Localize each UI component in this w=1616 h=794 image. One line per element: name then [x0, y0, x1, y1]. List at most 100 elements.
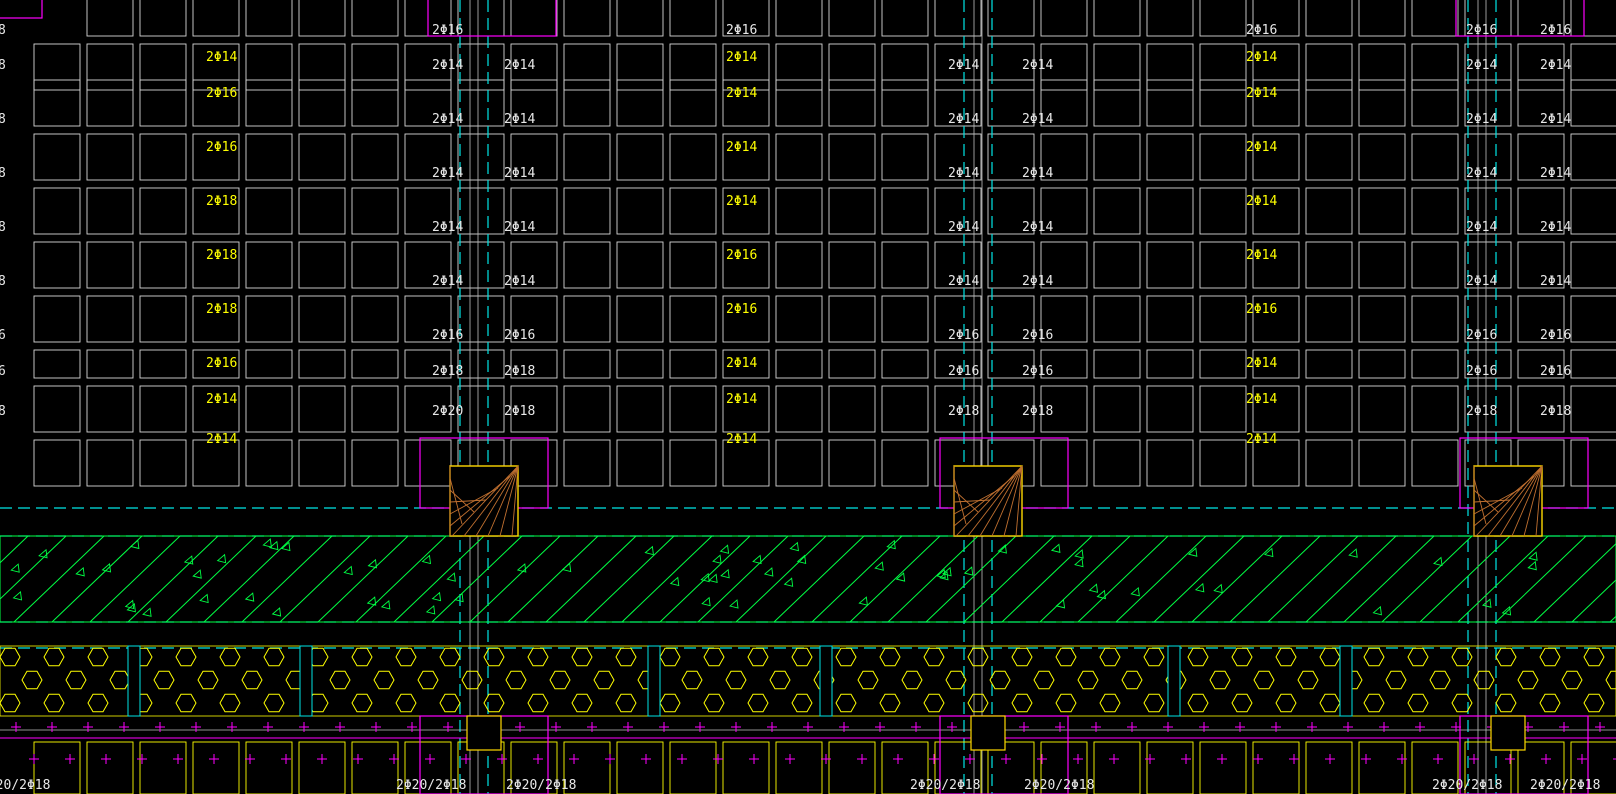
- edge-label: 8: [0, 112, 6, 127]
- edge-label: 8: [0, 274, 6, 289]
- rebar-label: 2Φ16: [1466, 23, 1497, 38]
- rebar-label: 2Φ16: [1246, 23, 1277, 38]
- edge-label: 6: [0, 328, 6, 343]
- rebar-label: 2Φ18: [1022, 404, 1053, 419]
- rebar-label: 2Φ14: [948, 220, 979, 235]
- rebar-label: 2Φ18: [432, 364, 463, 379]
- bottom-rebar-label: 2Φ20/2Φ18: [1432, 778, 1502, 793]
- rebar-label: 2Φ20: [432, 404, 463, 419]
- rebar-label: 2Φ14: [504, 166, 535, 181]
- rebar-label: 2Φ14: [1540, 274, 1571, 289]
- rebar-label-yellow: 2Φ14: [206, 432, 237, 447]
- cad-drawing-canvas[interactable]: 8 8 8 8 8 8 6 6 8 2Φ16 2Φ14 2Φ14 2Φ14 2Φ14 2Φ14 2Φ16 2Φ1…: [0, 0, 1616, 794]
- rebar-label: 2Φ14: [432, 166, 463, 181]
- column-foot-core: [1490, 715, 1526, 751]
- rebar-label-yellow: 2Φ14: [1246, 50, 1277, 65]
- rebar-label-yellow: 2Φ14: [726, 432, 757, 447]
- bottom-rebar-label: 2Φ20/2Φ18: [1530, 778, 1600, 793]
- rebar-label-yellow: 2Φ14: [1246, 248, 1277, 263]
- rebar-label-yellow: 2Φ14: [1246, 356, 1277, 371]
- rebar-label: 2Φ18: [504, 364, 535, 379]
- rebar-label: 2Φ16: [1540, 328, 1571, 343]
- rebar-label: 2Φ14: [1540, 220, 1571, 235]
- rebar-label: 2Φ18: [948, 404, 979, 419]
- rebar-label-yellow: 2Φ14: [726, 140, 757, 155]
- rebar-label: 2Φ16: [1022, 364, 1053, 379]
- tie-bar: [647, 645, 661, 717]
- rebar-label: 2Φ14: [1466, 220, 1497, 235]
- rebar-label-yellow: 2Φ14: [726, 86, 757, 101]
- rebar-label-yellow: 2Φ14: [1246, 194, 1277, 209]
- rebar-label-yellow: 2Φ16: [726, 302, 757, 317]
- rebar-label: 2Φ14: [1540, 58, 1571, 73]
- rebar-label-yellow: 2Φ14: [1246, 432, 1277, 447]
- rebar-label: 2Φ14: [504, 274, 535, 289]
- rebar-label: 2Φ14: [504, 220, 535, 235]
- rebar-label-yellow: 2Φ16: [206, 140, 237, 155]
- rebar-label-yellow: 2Φ14: [726, 392, 757, 407]
- rebar-label: 2Φ14: [948, 166, 979, 181]
- rebar-label: 2Φ14: [1022, 220, 1053, 235]
- bottom-rebar-label: 2Φ20/2Φ18: [0, 778, 50, 793]
- rebar-label-yellow: 2Φ18: [206, 194, 237, 209]
- rebar-label: 2Φ14: [1540, 112, 1571, 127]
- tie-bar: [1167, 645, 1181, 717]
- tie-bar: [299, 645, 313, 717]
- rebar-label: 2Φ16: [1540, 23, 1571, 38]
- rebar-label: 2Φ14: [1022, 166, 1053, 181]
- edge-label: 8: [0, 404, 6, 419]
- canvas-background: [0, 0, 1616, 794]
- rebar-label: 2Φ16: [726, 23, 757, 38]
- rebar-label-yellow: 2Φ18: [206, 248, 237, 263]
- rebar-label: 2Φ18: [1540, 404, 1571, 419]
- rebar-label: 2Φ16: [948, 328, 979, 343]
- rebar-label: 2Φ14: [948, 112, 979, 127]
- rebar-label: 2Φ14: [432, 112, 463, 127]
- rebar-label-yellow: 2Φ14: [206, 50, 237, 65]
- rebar-label: 2Φ16: [1540, 364, 1571, 379]
- rebar-label-yellow: 2Φ16: [206, 356, 237, 371]
- rebar-label: 2Φ14: [1466, 112, 1497, 127]
- rebar-label: 2Φ16: [1022, 328, 1053, 343]
- bottom-rebar-label: 2Φ20/2Φ18: [396, 778, 466, 793]
- rebar-label: 2Φ14: [1466, 274, 1497, 289]
- rebar-label: 2Φ14: [1540, 166, 1571, 181]
- column-foot-core: [970, 715, 1006, 751]
- tie-bar: [819, 645, 833, 717]
- column-core: [953, 465, 1023, 537]
- rebar-label-yellow: 2Φ14: [1246, 392, 1277, 407]
- rebar-label: 2Φ14: [1022, 58, 1053, 73]
- bottom-rebar-label: 2Φ20/2Φ18: [506, 778, 576, 793]
- rebar-label: 2Φ14: [432, 220, 463, 235]
- edge-label: 8: [0, 220, 6, 235]
- tie-bar: [127, 645, 141, 717]
- rebar-label-yellow: 2Φ14: [1246, 86, 1277, 101]
- rebar-label: 2Φ14: [948, 58, 979, 73]
- edge-label: 8: [0, 166, 6, 181]
- rebar-label-yellow: 2Φ14: [206, 392, 237, 407]
- rebar-label: 2Φ16: [504, 328, 535, 343]
- rebar-label: 2Φ14: [432, 274, 463, 289]
- bottom-rebar-label: 2Φ20/2Φ18: [1024, 778, 1094, 793]
- rebar-label: 2Φ14: [432, 58, 463, 73]
- rebar-label: 2Φ16: [1466, 328, 1497, 343]
- edge-label: 6: [0, 364, 6, 379]
- column-core: [449, 465, 519, 537]
- rebar-label: 2Φ18: [504, 404, 535, 419]
- rebar-label: 2Φ14: [1022, 112, 1053, 127]
- column-core: [1473, 465, 1543, 537]
- rebar-label: 2Φ16: [1466, 364, 1497, 379]
- rebar-label: 2Φ14: [1466, 58, 1497, 73]
- edge-label: 8: [0, 58, 6, 73]
- rebar-label: 2Φ16: [948, 364, 979, 379]
- rebar-label-yellow: 2Φ16: [206, 86, 237, 101]
- bottom-rebar-label: 2Φ20/2Φ18: [910, 778, 980, 793]
- rebar-label-yellow: 2Φ14: [726, 194, 757, 209]
- rebar-label-yellow: 2Φ14: [726, 356, 757, 371]
- rebar-label: 2Φ14: [1466, 166, 1497, 181]
- tie-bar: [1339, 645, 1353, 717]
- edge-label: 8: [0, 23, 6, 38]
- column-foot-core: [466, 715, 502, 751]
- rebar-label: 2Φ18: [1466, 404, 1497, 419]
- rebar-label-yellow: 2Φ16: [1246, 302, 1277, 317]
